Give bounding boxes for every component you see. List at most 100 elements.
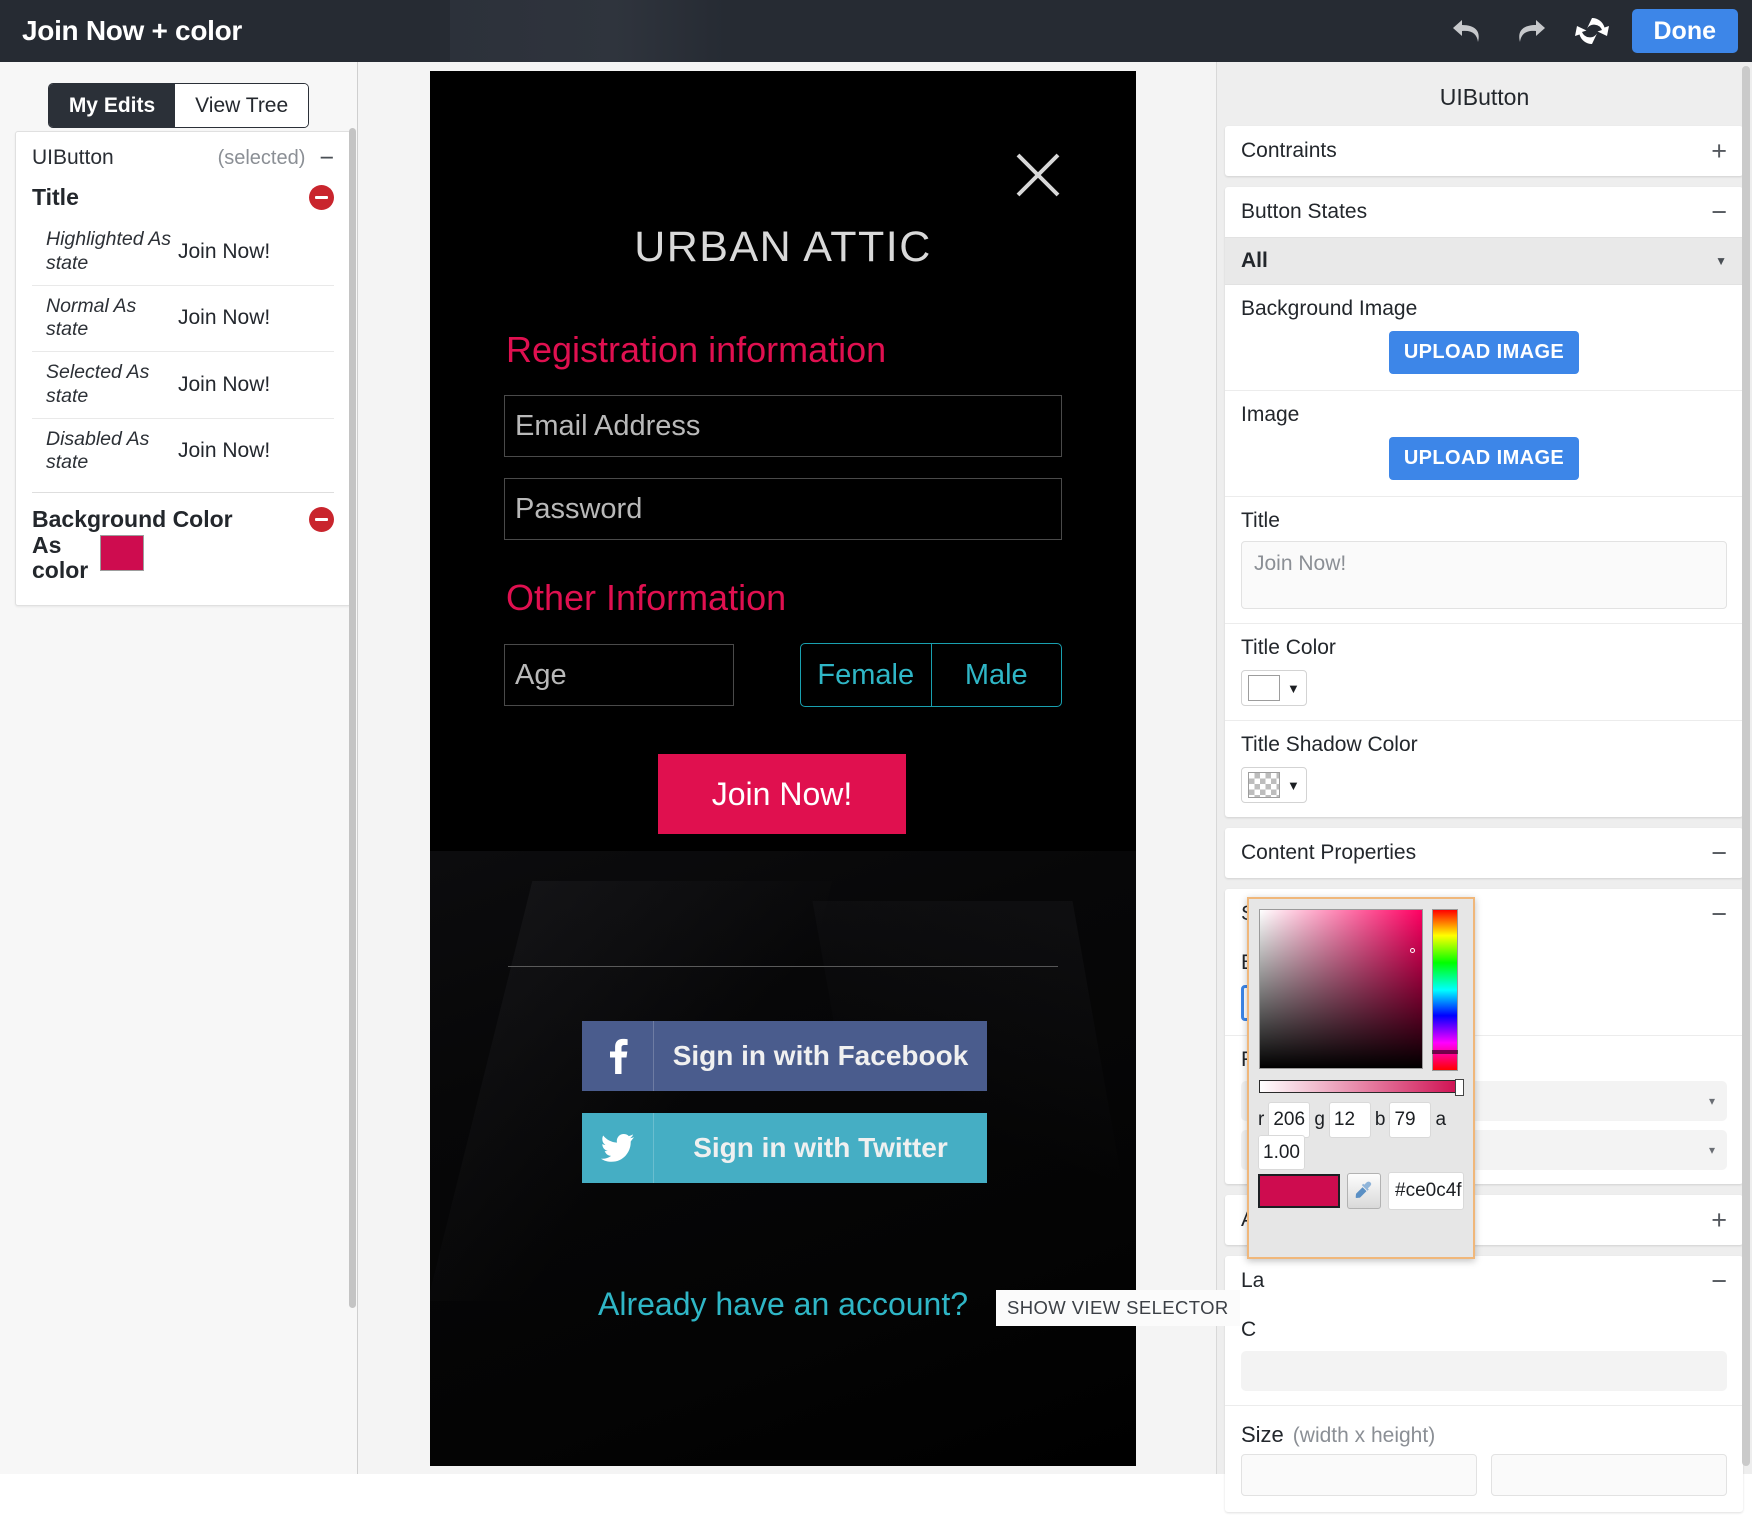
preview-gender-female[interactable]: Female bbox=[801, 644, 932, 706]
color-picker-popover: r 206 g 12 b 79 a 1.00 #ce0c4f bbox=[1247, 897, 1475, 1259]
alpha-slider[interactable] bbox=[1259, 1079, 1464, 1096]
preview-join-now-button[interactable]: Join Now! bbox=[658, 754, 906, 834]
section-partial-la-header[interactable]: La − bbox=[1225, 1256, 1743, 1306]
remove-circle-icon[interactable] bbox=[309, 507, 334, 533]
collapse-icon[interactable]: − bbox=[1711, 1267, 1727, 1294]
redo-icon[interactable] bbox=[1508, 11, 1552, 51]
field-title: Title Join Now! bbox=[1225, 497, 1743, 624]
r-label: r bbox=[1258, 1109, 1265, 1130]
a-input[interactable]: 1.00 bbox=[1258, 1135, 1305, 1170]
tab-view-tree[interactable]: View Tree bbox=[175, 84, 309, 128]
section-button-states-header[interactable]: Button States − bbox=[1225, 187, 1743, 237]
edits-bgcolor-swatch[interactable] bbox=[100, 535, 144, 572]
size-width-input[interactable] bbox=[1241, 1454, 1477, 1496]
state-key: Normal As state bbox=[46, 294, 137, 341]
list-item: Disabled As state Join Now! bbox=[32, 419, 334, 485]
section-constraints-header[interactable]: Contraints + bbox=[1225, 126, 1743, 176]
preview-gender-segmented-control: Female Male bbox=[800, 643, 1062, 707]
field-image-label: Image bbox=[1241, 403, 1300, 426]
upload-image-button[interactable]: UPLOAD IMAGE bbox=[1389, 437, 1579, 480]
field-partial-c-label: C bbox=[1241, 1318, 1257, 1341]
r-input[interactable]: 206 bbox=[1268, 1102, 1311, 1138]
chevron-down-icon: ▾ bbox=[1708, 1094, 1715, 1108]
hue-slider[interactable] bbox=[1432, 909, 1458, 1071]
field-background-image-label: Background Image bbox=[1241, 297, 1418, 320]
left-panel-scrollbar[interactable] bbox=[349, 128, 356, 1308]
edits-card-collapse-button[interactable]: − bbox=[319, 145, 334, 170]
device-preview: URBAN ATTIC Registration information Ema… bbox=[430, 71, 1136, 1466]
saturation-value-field[interactable] bbox=[1259, 909, 1423, 1069]
preview-gender-male[interactable]: Male bbox=[932, 644, 1062, 706]
expand-icon[interactable]: + bbox=[1711, 137, 1727, 164]
tab-my-edits[interactable]: My Edits bbox=[48, 84, 176, 128]
expand-icon[interactable]: + bbox=[1711, 1206, 1727, 1233]
collapse-icon[interactable]: − bbox=[1711, 900, 1727, 927]
preview-email-input[interactable]: Email Address bbox=[504, 395, 1062, 457]
g-input[interactable]: 12 bbox=[1328, 1102, 1371, 1138]
show-view-selector-button[interactable]: SHOW VIEW SELECTOR bbox=[996, 1290, 1240, 1326]
app-title: Join Now + color bbox=[22, 15, 243, 46]
alpha-slider-knob bbox=[1455, 1079, 1464, 1096]
state-value: Join Now! bbox=[178, 439, 271, 463]
chevron-down-icon: ▼ bbox=[1287, 777, 1300, 793]
list-item: Highlighted As state Join Now! bbox=[32, 219, 334, 286]
left-panel: My Edits View Tree UIButton (selected) −… bbox=[0, 62, 358, 1474]
edits-card-header: UIButton (selected) − bbox=[16, 132, 350, 182]
field-image: Image UPLOAD IMAGE bbox=[1225, 391, 1743, 497]
preview-password-input[interactable]: Password bbox=[504, 478, 1062, 540]
b-label: b bbox=[1374, 1109, 1386, 1130]
section-content-properties-header[interactable]: Content Properties − bbox=[1225, 828, 1743, 878]
button-state-select[interactable]: All ▼ bbox=[1225, 237, 1743, 285]
title-color-picker-button[interactable]: ▼ bbox=[1241, 670, 1307, 706]
state-key: Highlighted As state bbox=[46, 228, 172, 274]
left-panel-tabs: My Edits View Tree bbox=[0, 83, 357, 129]
partial-c-select[interactable] bbox=[1241, 1351, 1727, 1391]
b-input[interactable]: 79 bbox=[1389, 1102, 1432, 1138]
color-preview-swatch bbox=[1258, 1174, 1340, 1208]
close-icon[interactable] bbox=[1012, 149, 1064, 201]
state-key: Disabled As state bbox=[46, 427, 150, 474]
preview-lower-section: Sign in with Facebook Sign in with Twitt… bbox=[430, 851, 1136, 1466]
section-button-states-label: Button States bbox=[1241, 200, 1368, 223]
saturation-cursor bbox=[1410, 948, 1415, 953]
chevron-down-icon: ▾ bbox=[1708, 1143, 1715, 1157]
size-label: Size (width x height) bbox=[1225, 1406, 1743, 1454]
hue-slider-marker bbox=[1432, 1050, 1458, 1054]
right-panel-title: UIButton bbox=[1439, 84, 1530, 110]
chevron-down-icon: ▼ bbox=[1715, 254, 1727, 268]
preview-age-input[interactable]: Age bbox=[504, 644, 734, 706]
edits-bgcolor-heading: Background Color bbox=[32, 506, 233, 533]
collapse-icon[interactable]: − bbox=[1711, 839, 1727, 866]
preview-facebook-signin-button[interactable]: Sign in with Facebook bbox=[582, 1021, 987, 1091]
title-shadow-color-picker-button[interactable]: ▼ bbox=[1241, 767, 1307, 803]
field-partial-c: C bbox=[1225, 1306, 1743, 1406]
field-title-label: Title bbox=[1241, 509, 1280, 532]
edits-title-heading: Title bbox=[32, 184, 79, 210]
right-panel-scrollbar[interactable] bbox=[1742, 66, 1750, 1466]
eyedropper-icon[interactable] bbox=[1347, 1173, 1381, 1209]
preview-twitter-signin-button[interactable]: Sign in with Twitter bbox=[582, 1113, 987, 1183]
edits-bgcolor-section: Background Color As color bbox=[16, 493, 350, 605]
refresh-icon[interactable] bbox=[1570, 11, 1614, 51]
hex-input[interactable]: #ce0c4f bbox=[1388, 1172, 1464, 1210]
collapse-icon[interactable]: − bbox=[1711, 198, 1727, 225]
section-constraints: Contraints + bbox=[1225, 126, 1743, 176]
preview-twitter-label: Sign in with Twitter bbox=[693, 1132, 948, 1163]
title-input[interactable]: Join Now! bbox=[1241, 541, 1727, 609]
size-height-input[interactable] bbox=[1491, 1454, 1727, 1496]
remove-circle-icon[interactable] bbox=[309, 185, 334, 210]
upload-background-image-button[interactable]: UPLOAD IMAGE bbox=[1389, 331, 1579, 374]
field-background-image: Background Image UPLOAD IMAGE bbox=[1225, 285, 1743, 391]
field-title-color: Title Color ▼ bbox=[1225, 624, 1743, 721]
top-toolbar: Join Now + color Done bbox=[0, 0, 1752, 62]
field-title-shadow-color: Title Shadow Color ▼ bbox=[1225, 721, 1743, 817]
facebook-icon bbox=[582, 1021, 654, 1091]
size-label-text: Size bbox=[1241, 1422, 1284, 1447]
done-button[interactable]: Done bbox=[1631, 8, 1738, 54]
undo-icon[interactable] bbox=[1446, 11, 1490, 51]
edits-card: UIButton (selected) − Title Highlighted … bbox=[15, 131, 351, 606]
edits-title-section-header: Title bbox=[16, 182, 350, 219]
section-content-properties-label: Content Properties bbox=[1241, 841, 1417, 864]
section-button-states: Button States − All ▼ Background Image U… bbox=[1225, 187, 1743, 817]
toolbar-gradient-overlay bbox=[450, 0, 725, 62]
